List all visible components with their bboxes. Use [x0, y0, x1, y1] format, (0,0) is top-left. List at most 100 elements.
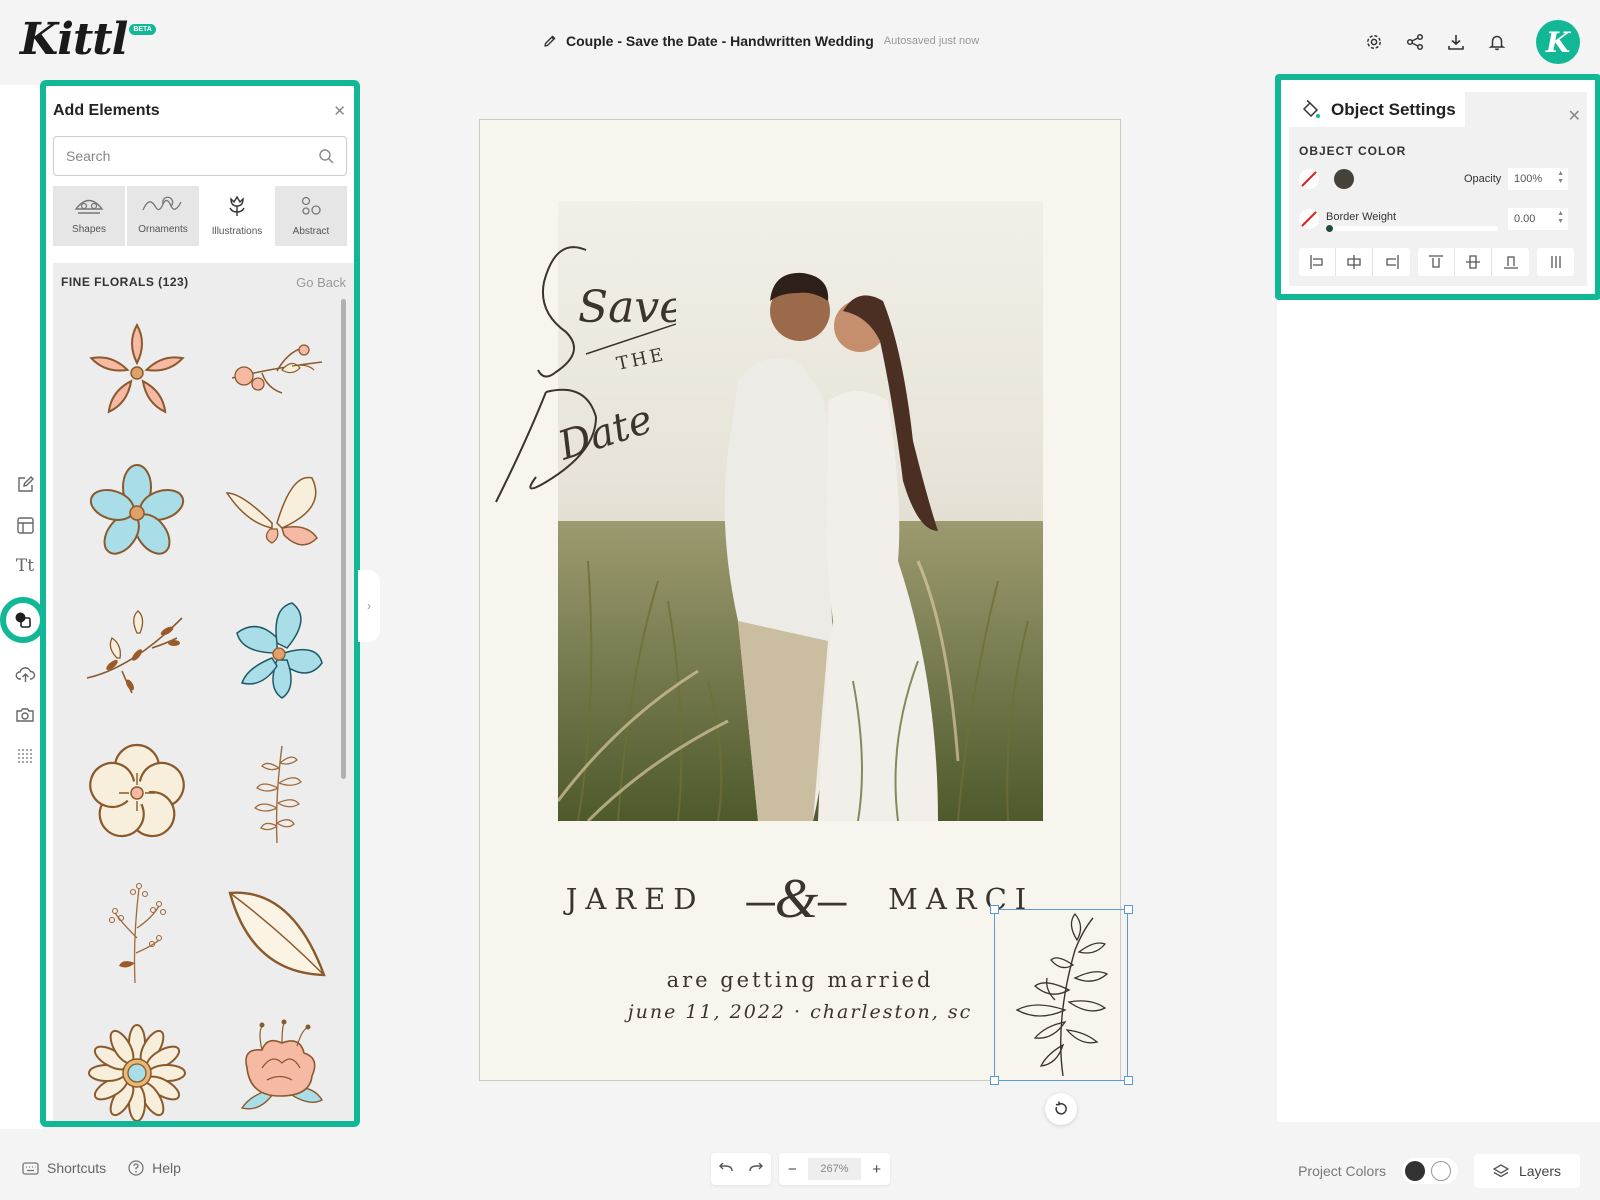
project-colors-label: Project Colors — [1298, 1163, 1386, 1179]
avatar[interactable]: K — [1536, 20, 1580, 64]
search-box[interactable] — [53, 136, 347, 176]
slider-knob[interactable] — [1326, 225, 1333, 232]
opacity-value: 100% — [1514, 173, 1543, 185]
blue-hibiscus-icon — [236, 602, 323, 699]
pink-peony-icon — [240, 1019, 323, 1110]
brown-berry-sprig-icon — [108, 882, 167, 984]
border-color-swatch[interactable] — [1299, 209, 1319, 229]
distribute-icon[interactable] — [1537, 248, 1574, 276]
cream-open-flower-icon — [89, 743, 185, 838]
grid-dots-icon[interactable] — [15, 746, 36, 766]
category-abstract[interactable]: Abstract — [275, 186, 347, 246]
blue-five-petal-flower-icon — [89, 464, 185, 555]
element-tile[interactable] — [67, 583, 207, 723]
document-title-area[interactable]: Couple - Save the Date - Handwritten Wed… — [542, 33, 979, 49]
object-color-swatch[interactable] — [1334, 169, 1354, 189]
selected-element[interactable] — [994, 909, 1128, 1081]
element-tile[interactable] — [67, 723, 207, 863]
search-icon[interactable] — [318, 148, 334, 164]
gear-icon[interactable] — [1364, 32, 1384, 52]
abstract-icon — [301, 196, 321, 215]
elements-icon[interactable] — [0, 597, 46, 643]
object-settings-panel: Object Settings ✕ OBJECT COLOR Opacity 1… — [1275, 74, 1600, 300]
close-icon[interactable]: ✕ — [333, 102, 346, 120]
object-settings-tab[interactable]: Object Settings — [1289, 92, 1465, 127]
element-tile[interactable] — [207, 303, 347, 443]
kittl-logo[interactable]: Kittl BETA — [20, 14, 156, 65]
align-left-icon[interactable] — [1299, 248, 1336, 276]
brown-fern-sprig-icon — [253, 745, 302, 844]
stepper-icon[interactable]: ▲ ▼ — [1557, 210, 1564, 226]
shapes-icon — [74, 199, 104, 214]
border-weight-label: Border Weight — [1326, 211, 1397, 223]
cream-daisy-icon — [88, 1024, 186, 1121]
help-button[interactable]: Help — [128, 1160, 181, 1176]
illustrations-icon — [229, 195, 245, 216]
document-name[interactable]: Couple - Save the Date - Handwritten Wed… — [566, 33, 874, 49]
layers-button[interactable]: Layers — [1474, 1154, 1580, 1188]
close-icon[interactable]: ✕ — [1568, 106, 1581, 126]
brown-leafy-sprig-icon — [86, 610, 183, 694]
zoom-in-button[interactable]: + — [872, 1161, 881, 1178]
no-fill-swatch[interactable] — [1299, 169, 1319, 189]
category-label: Shapes — [72, 224, 106, 235]
align-top-icon[interactable] — [1418, 248, 1455, 276]
redo-icon[interactable] — [749, 1160, 763, 1178]
element-tile[interactable] — [207, 583, 347, 723]
upload-icon[interactable] — [15, 664, 36, 684]
opacity-input[interactable]: 100% ▲ ▼ — [1508, 168, 1568, 190]
element-tile[interactable] — [207, 723, 347, 863]
edit-icon[interactable] — [15, 474, 36, 494]
project-colors-toggle[interactable] — [1402, 1158, 1458, 1184]
zoom-out-button[interactable]: − — [788, 1161, 797, 1178]
layers-icon — [1492, 1164, 1509, 1178]
layout-icon[interactable] — [15, 515, 36, 535]
zoom-value[interactable]: 267% — [808, 1158, 861, 1180]
object-settings-title: Object Settings — [1331, 99, 1456, 119]
resize-handle-tr[interactable] — [1124, 905, 1133, 914]
collapse-panel-tab[interactable]: › — [358, 570, 380, 642]
chevron-right-icon: › — [367, 599, 371, 613]
autosave-status: Autosaved just now — [883, 35, 980, 47]
pink-five-petal-flower-icon — [89, 322, 185, 414]
element-tile[interactable] — [207, 443, 347, 583]
align-right-icon[interactable] — [1373, 248, 1410, 276]
zoom-control: − 267% + — [779, 1153, 890, 1185]
category-shapes[interactable]: Shapes — [53, 186, 125, 246]
text-icon[interactable]: Tt — [15, 556, 36, 576]
element-tile[interactable] — [207, 863, 347, 1003]
element-tile[interactable] — [67, 863, 207, 1003]
resize-handle-br[interactable] — [1124, 1076, 1133, 1085]
category-illustrations[interactable]: Illustrations — [201, 186, 273, 246]
element-tile[interactable] — [207, 1003, 347, 1121]
border-weight-input[interactable]: 0.00 ▲ ▼ — [1508, 208, 1568, 230]
list-title: FINE FLORALS (123) — [61, 275, 189, 289]
script-save: Save — [578, 282, 676, 333]
rotate-handle[interactable] — [1045, 1093, 1077, 1125]
bell-icon[interactable] — [1487, 32, 1507, 52]
align-center-h-icon[interactable] — [1336, 248, 1373, 276]
search-input[interactable] — [66, 148, 286, 164]
border-weight-slider[interactable] — [1326, 225, 1498, 232]
element-tile[interactable] — [67, 1003, 207, 1121]
resize-handle-tl[interactable] — [990, 905, 999, 914]
element-tile[interactable] — [67, 303, 207, 443]
download-icon[interactable] — [1446, 32, 1466, 52]
share-icon[interactable] — [1405, 32, 1425, 52]
go-back-link[interactable]: Go Back — [296, 275, 346, 290]
stepper-icon[interactable]: ▲ ▼ — [1557, 170, 1564, 186]
script-date: Date — [552, 396, 658, 470]
camera-icon[interactable] — [15, 705, 36, 725]
undo-icon[interactable] — [719, 1160, 733, 1178]
align-bottom-icon[interactable] — [1492, 248, 1529, 276]
pink-flowering-branch-icon — [231, 344, 323, 394]
resize-handle-bl[interactable] — [990, 1076, 999, 1085]
add-elements-panel: Add Elements ✕ Shapes Ornaments Illustra… — [40, 80, 360, 1127]
elements-list: FINE FLORALS (123) Go Back — [53, 263, 354, 1121]
save-the-date-script[interactable]: Save THE Date — [486, 242, 676, 514]
layers-label: Layers — [1518, 1163, 1562, 1179]
element-tile[interactable] — [67, 443, 207, 583]
category-ornaments[interactable]: Ornaments — [127, 186, 199, 246]
shortcuts-button[interactable]: Shortcuts — [22, 1160, 106, 1176]
align-center-v-icon[interactable] — [1455, 248, 1492, 276]
